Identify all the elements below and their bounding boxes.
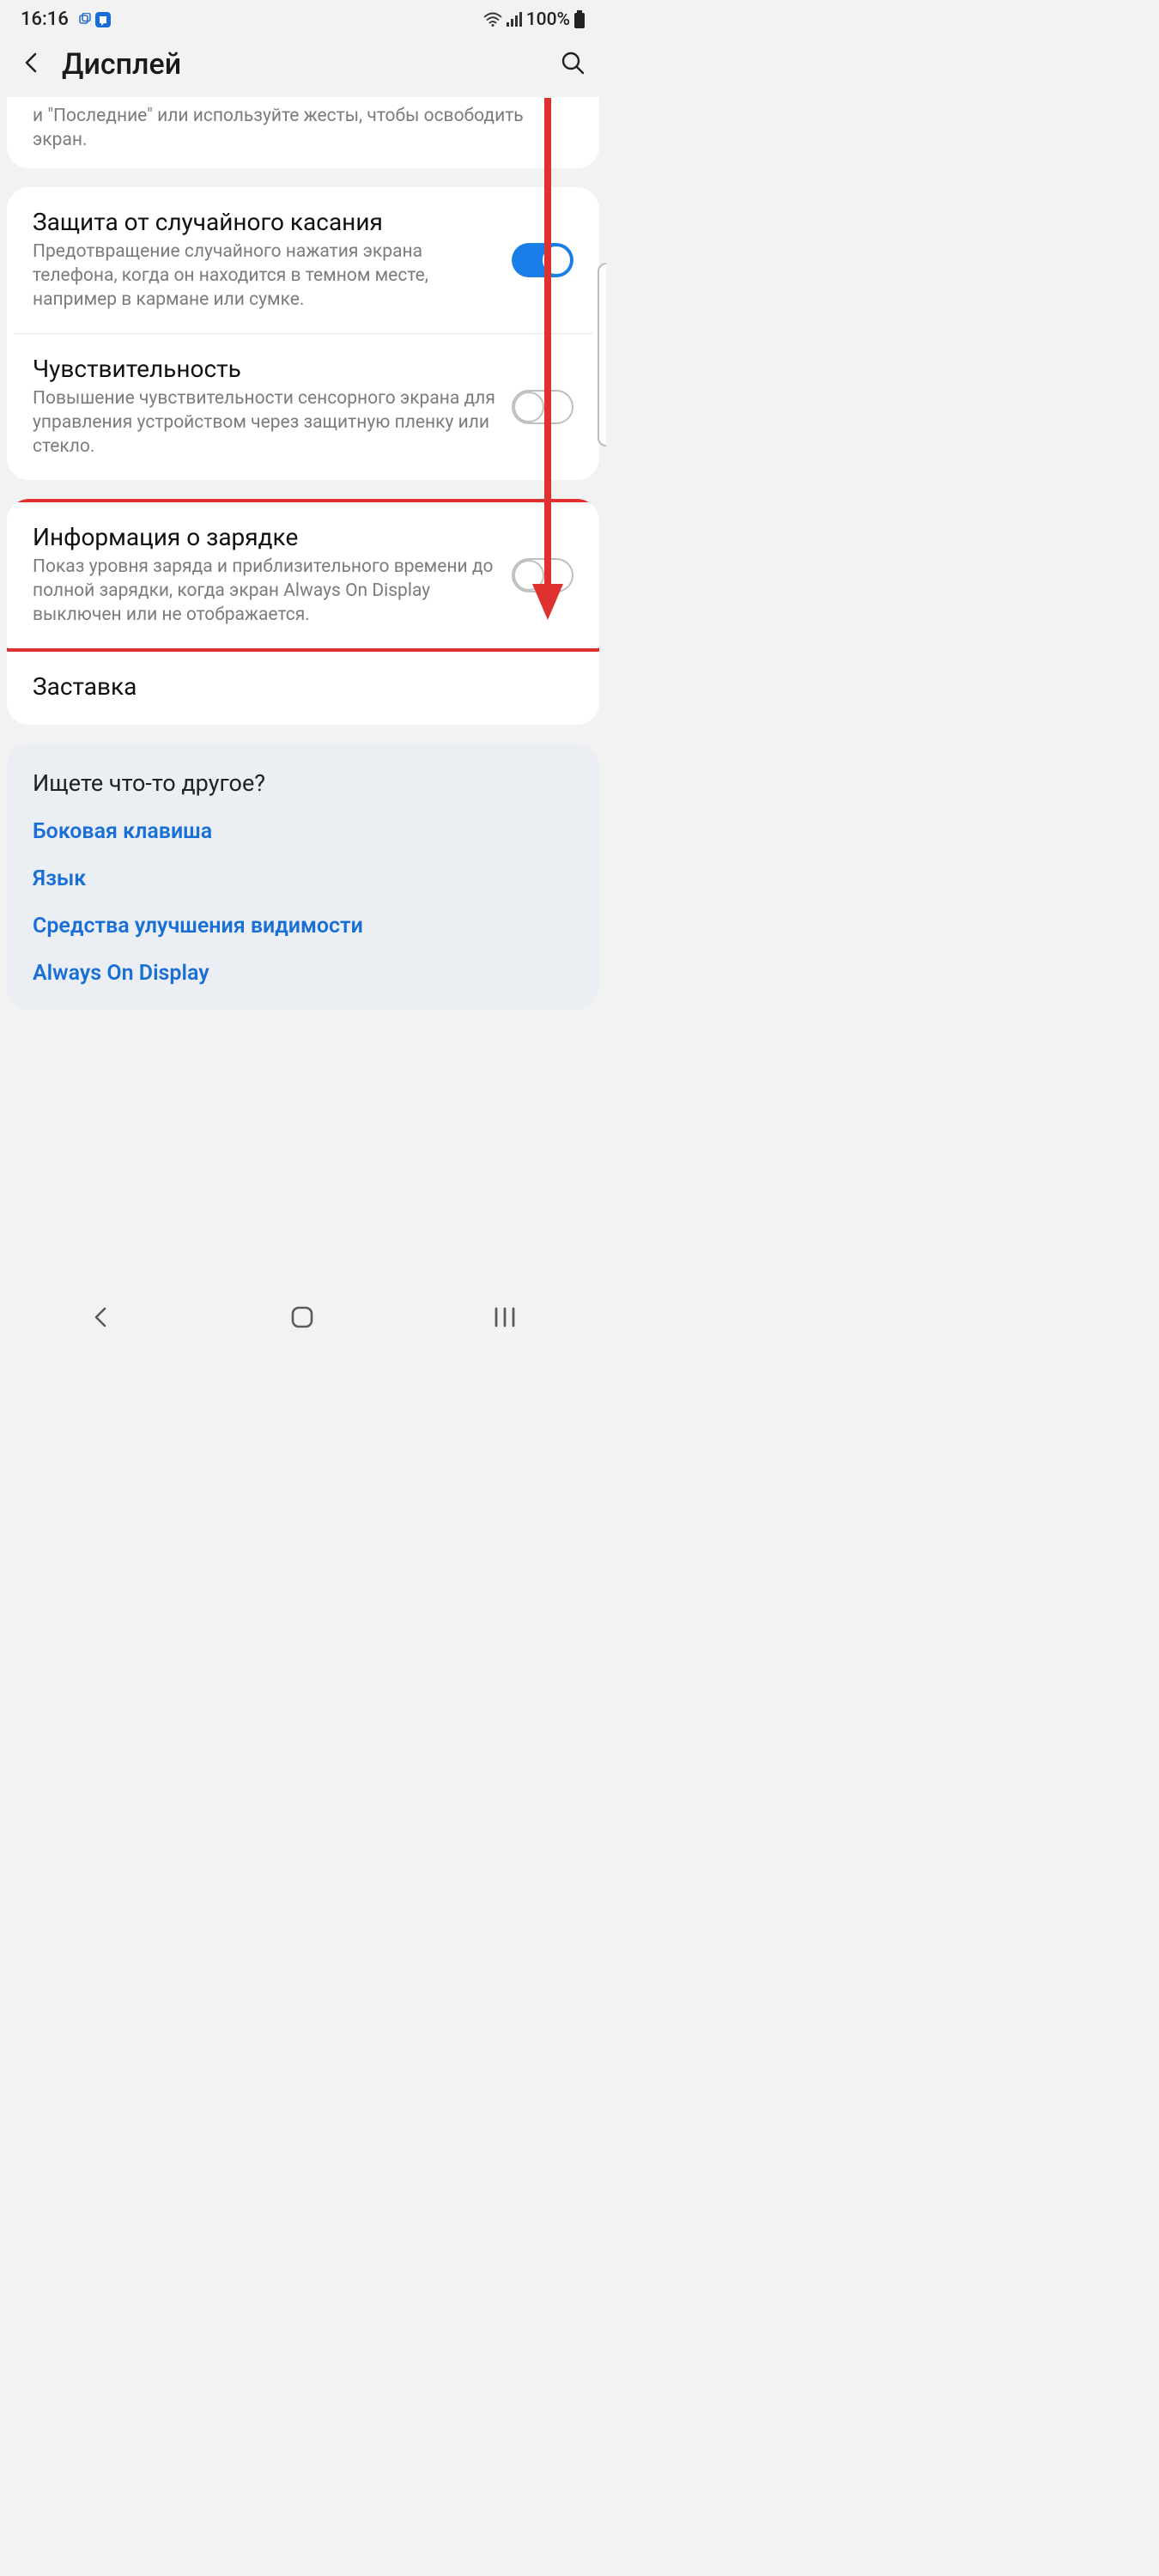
- content: и "Последние" или используйте жесты, что…: [0, 97, 606, 1010]
- row-sub: Повышение чувствительности сенсорного эк…: [33, 386, 498, 459]
- back-button[interactable]: [21, 52, 43, 77]
- link-side-key[interactable]: Боковая клавиша: [33, 819, 573, 844]
- link-visibility-enhancements[interactable]: Средства улучшения видимости: [33, 914, 573, 939]
- signal-icon: [506, 12, 523, 27]
- app-icon: [94, 11, 112, 28]
- row-title: Заставка: [33, 672, 573, 701]
- status-bar: 16:16 100%: [0, 0, 606, 35]
- chevron-left-icon: [21, 52, 43, 74]
- row-touch-protect[interactable]: Защита от случайного касания Предотвраще…: [7, 187, 599, 333]
- nav-back[interactable]: [88, 1305, 112, 1333]
- status-right: 100%: [483, 9, 586, 30]
- copy-icon: [77, 13, 91, 27]
- row-sub: Предотвращение случайного нажатия экрана…: [33, 240, 498, 313]
- search-icon: [560, 50, 586, 76]
- edge-panel-handle[interactable]: [598, 263, 606, 447]
- row-title: Информация о зарядке: [33, 523, 498, 551]
- nav-recents[interactable]: [492, 1305, 518, 1333]
- card-navigation-partial: и "Последние" или используйте жесты, что…: [7, 97, 599, 168]
- nav-home[interactable]: [289, 1304, 315, 1334]
- toggle-charging-info[interactable]: [512, 558, 573, 592]
- status-left: 16:16: [21, 9, 112, 30]
- link-language[interactable]: Язык: [33, 866, 573, 891]
- chevron-left-icon: [88, 1305, 112, 1329]
- row-sensitivity[interactable]: Чувствительность Повышение чувствительно…: [14, 333, 592, 480]
- card-charging: Информация о зарядке Показ уровня заряда…: [7, 499, 599, 725]
- page-header: Дисплей: [0, 35, 606, 97]
- toggle-touch-protect[interactable]: [512, 243, 573, 277]
- row-screensaver[interactable]: Заставка: [7, 652, 599, 725]
- card-other: Ищете что-то другое? Боковая клавиша Язы…: [7, 744, 599, 1010]
- row-title: Защита от случайного касания: [33, 208, 498, 236]
- page-title: Дисплей: [62, 47, 541, 82]
- toggle-sensitivity[interactable]: [512, 390, 573, 424]
- wifi-icon: [483, 12, 502, 27]
- battery-icon: [573, 10, 586, 29]
- row-charging-info[interactable]: Информация о зарядке Показ уровня заряда…: [7, 502, 599, 648]
- other-heading: Ищете что-то другое?: [33, 769, 573, 797]
- recents-icon: [492, 1305, 518, 1329]
- row-sub: Показ уровня заряда и приблизительного в…: [33, 555, 498, 628]
- row-sub: и "Последние" или используйте жесты, что…: [33, 104, 573, 153]
- status-time: 16:16: [21, 9, 69, 30]
- search-button[interactable]: [560, 50, 586, 79]
- row-title: Чувствительность: [33, 355, 498, 383]
- card-touch: Защита от случайного касания Предотвраще…: [7, 187, 599, 480]
- home-icon: [289, 1304, 315, 1330]
- status-notification-icons: [77, 11, 112, 28]
- row-navigation-partial[interactable]: и "Последние" или используйте жесты, что…: [7, 97, 599, 168]
- link-always-on-display[interactable]: Always On Display: [33, 961, 573, 986]
- status-battery-text: 100%: [526, 9, 570, 30]
- navigation-bar: [0, 1291, 606, 1346]
- annotation-highlight: Информация о зарядке Показ уровня заряда…: [7, 499, 599, 652]
